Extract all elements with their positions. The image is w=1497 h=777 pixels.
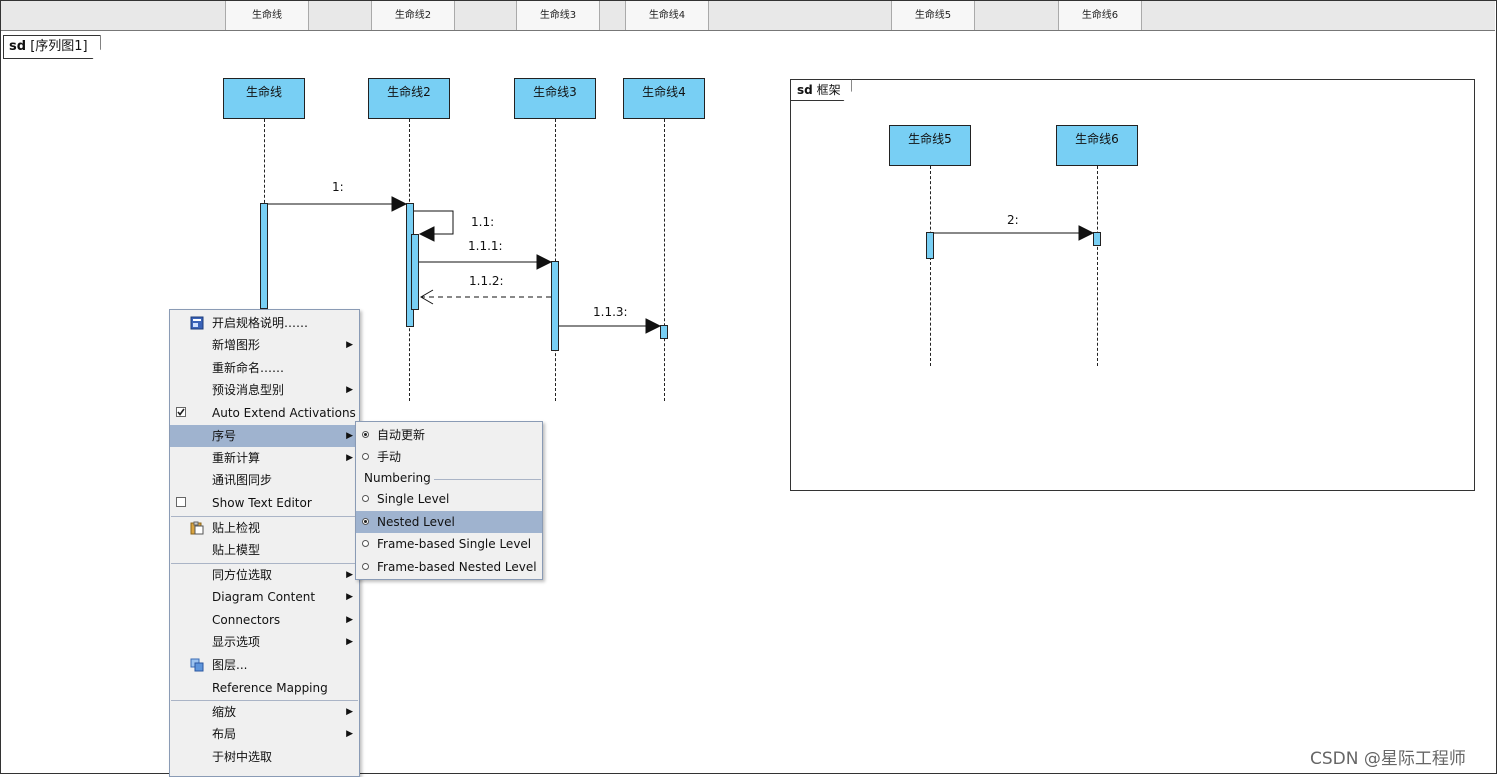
menu-label: Auto Extend Activations — [212, 406, 356, 420]
message-1-1-1-label[interactable]: 1.1.1: — [468, 239, 503, 253]
menu-item-zoom[interactable]: 缩放 ▶ — [170, 701, 359, 723]
menu-item-paste-view[interactable]: 贴上检视 — [170, 517, 359, 539]
menu-label: 新增图形 — [212, 338, 261, 352]
menu-item-default-message-type[interactable]: 预设消息型别 ▶ — [170, 379, 359, 401]
menu-label: 于树中选取 — [212, 750, 273, 764]
submenu-arrow-icon: ▶ — [346, 431, 353, 441]
menu-item-communication-sync[interactable]: 通讯图同步 — [170, 469, 359, 491]
checkbox-unchecked-icon — [176, 497, 186, 507]
submenu-arrow-icon: ▶ — [346, 729, 353, 739]
radio-icon — [362, 453, 369, 460]
submenu-item-manual[interactable]: 手动 — [356, 446, 542, 468]
message-1-arrow — [268, 196, 408, 212]
menu-item-auto-extend-activations[interactable]: Auto Extend Activations — [170, 402, 359, 424]
menu-item-connectors[interactable]: Connectors ▶ — [170, 609, 359, 631]
submenu-label: 自动更新 — [377, 428, 426, 442]
message-1-label[interactable]: 1: — [332, 180, 344, 194]
message-1-1-3-label[interactable]: 1.1.3: — [593, 305, 628, 319]
watermark: CSDN @星际工程师 — [1310, 749, 1466, 769]
menu-label: 布局 — [212, 727, 237, 741]
submenu-arrow-icon: ▶ — [346, 453, 353, 463]
menu-item-recalculate[interactable]: 重新计算 ▶ — [170, 447, 359, 469]
submenu-item-frame-nested-level[interactable]: Frame-based Nested Level — [356, 556, 542, 578]
paste-icon — [190, 521, 204, 535]
submenu-item-single-level[interactable]: Single Level — [356, 488, 542, 510]
menu-item-reference-mapping[interactable]: Reference Mapping — [170, 677, 359, 699]
submenu-label: Frame-based Nested Level — [377, 560, 537, 574]
menu-label: 贴上模型 — [212, 543, 261, 557]
message-1-1-1-arrow — [419, 254, 553, 270]
menu-label: Reference Mapping — [212, 681, 328, 695]
submenu-arrow-icon: ▶ — [346, 592, 353, 602]
numbering-group-label: Numbering — [364, 471, 431, 485]
message-2-label[interactable]: 2: — [1007, 213, 1019, 227]
submenu-label: Nested Level — [377, 515, 455, 529]
message-1-1-2-arrow — [420, 289, 551, 305]
menu-item-layers[interactable]: 图层... — [170, 654, 359, 676]
menu-label: 显示选项 — [212, 635, 261, 649]
menu-label: 重新计算 — [212, 451, 261, 465]
submenu-label: 手动 — [377, 450, 402, 464]
submenu-arrow-icon: ▶ — [346, 707, 353, 717]
menu-label: Diagram Content — [212, 590, 316, 604]
submenu-arrow-icon: ▶ — [346, 385, 353, 395]
checkbox-checked-icon — [176, 407, 186, 417]
menu-item-select-in-tree[interactable]: 于树中选取 — [170, 746, 359, 768]
message-1-1-arrow — [414, 210, 454, 242]
message-1-1-3-arrow — [559, 318, 662, 334]
submenu-label: Single Level — [377, 492, 450, 506]
menu-label: 图层... — [212, 658, 248, 672]
submenu-item-auto-update[interactable]: 自动更新 — [356, 424, 542, 446]
menu-label: 开启规格说明…… — [212, 316, 309, 330]
menu-item-open-specification[interactable]: 开启规格说明…… — [170, 312, 359, 334]
menu-item-diagram-content[interactable]: Diagram Content ▶ — [170, 586, 359, 608]
submenu-arrow-icon: ▶ — [346, 340, 353, 350]
menu-label: 重新命名…… — [212, 361, 285, 375]
radio-icon — [362, 563, 369, 570]
menu-label: 序号 — [212, 429, 237, 443]
submenu-arrow-icon: ▶ — [346, 637, 353, 647]
numbering-submenu: 自动更新 手动 Numbering Single Level Nested Le… — [355, 421, 543, 580]
menu-label: Show Text Editor — [212, 496, 312, 510]
menu-label: 预设消息型别 — [212, 383, 285, 397]
menu-item-rename[interactable]: 重新命名…… — [170, 357, 359, 379]
context-menu: 开启规格说明…… 新增图形 ▶ 重新命名…… 预设消息型别 ▶ Auto Exten… — [169, 309, 360, 777]
menu-item-select-same-orientation[interactable]: 同方位选取 ▶ — [170, 564, 359, 586]
menu-label: 同方位选取 — [212, 568, 273, 582]
menu-label: Connectors — [212, 613, 281, 627]
menu-label: 缩放 — [212, 705, 237, 719]
radio-selected-icon — [362, 431, 369, 438]
menu-item-paste-model[interactable]: 贴上模型 — [170, 539, 359, 561]
menu-label: 贴上检视 — [212, 521, 261, 535]
message-1-1-2-label[interactable]: 1.1.2: — [469, 274, 504, 288]
menu-item-sequence-number[interactable]: 序号 ▶ — [170, 425, 359, 447]
radio-icon — [362, 495, 369, 502]
radio-selected-icon — [362, 518, 369, 525]
submenu-item-frame-single-level[interactable]: Frame-based Single Level — [356, 533, 542, 555]
radio-icon — [362, 540, 369, 547]
menu-item-add-shape[interactable]: 新增图形 ▶ — [170, 334, 359, 356]
spec-icon — [190, 316, 204, 330]
submenu-item-nested-level[interactable]: Nested Level — [356, 511, 542, 533]
menu-label: 通讯图同步 — [212, 473, 273, 487]
menu-item-show-text-editor[interactable]: Show Text Editor — [170, 492, 359, 514]
submenu-label: Frame-based Single Level — [377, 537, 532, 551]
menu-item-display-options[interactable]: 显示选项 ▶ — [170, 631, 359, 653]
submenu-arrow-icon: ▶ — [346, 615, 353, 625]
layers-icon — [190, 658, 204, 672]
submenu-arrow-icon: ▶ — [346, 570, 353, 580]
menu-item-layout[interactable]: 布局 ▶ — [170, 723, 359, 745]
message-2-arrow — [934, 225, 1095, 241]
message-1-1-label[interactable]: 1.1: — [471, 215, 494, 229]
